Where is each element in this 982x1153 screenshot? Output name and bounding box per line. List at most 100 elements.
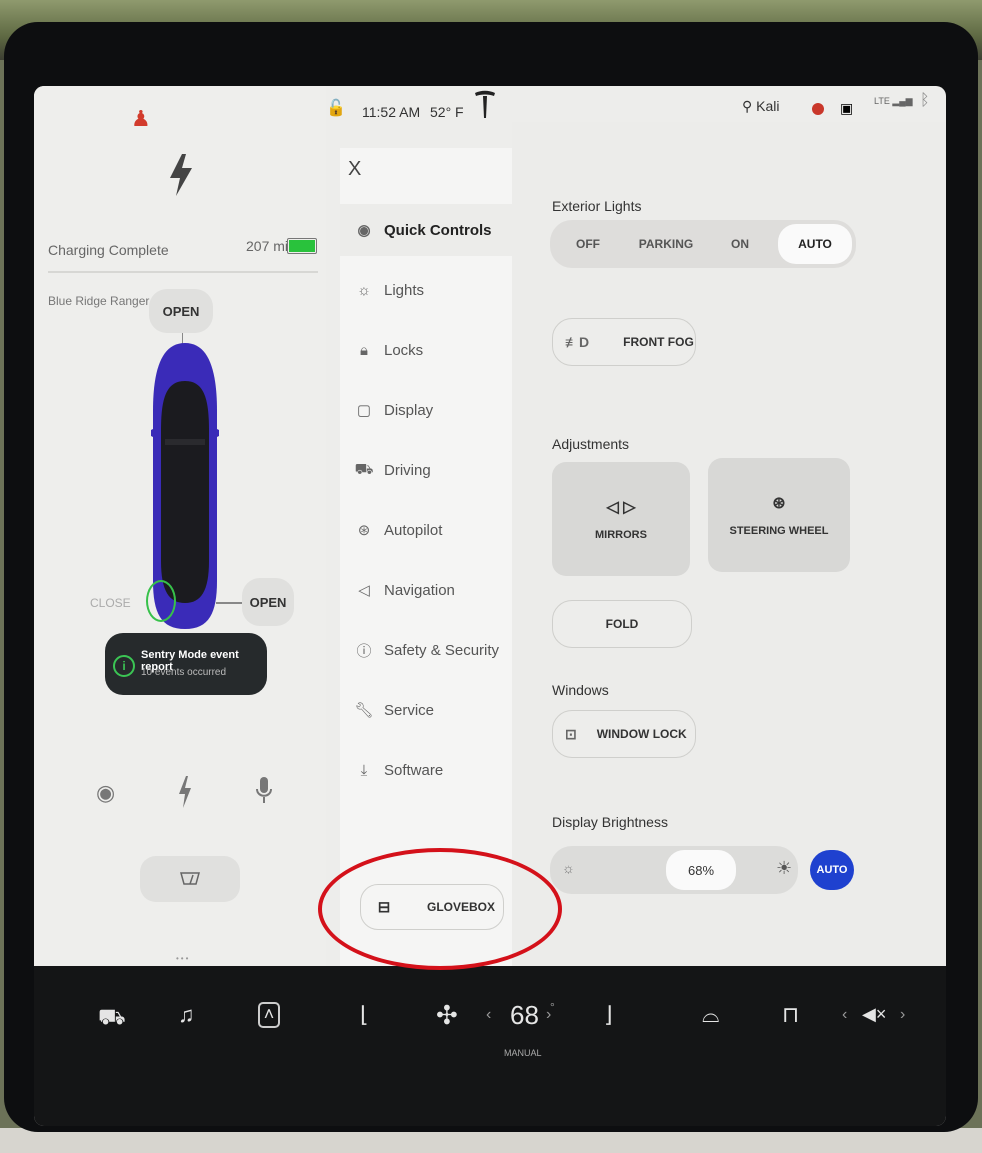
menu-item-lights[interactable]: ☼ Lights <box>340 264 512 316</box>
brightness-high-icon: ☀ <box>776 858 793 878</box>
menu-item-driving[interactable]: ⛟ Driving <box>340 444 512 496</box>
trunk-open-button[interactable]: OPEN <box>242 578 294 626</box>
cabin-temperature: 68 <box>510 1000 539 1030</box>
menu-item-quick-controls[interactable]: ◉ Quick Controls <box>340 204 512 256</box>
tesla-logo-icon[interactable] <box>474 90 496 120</box>
menu-item-locks[interactable]: 🔒︎ Locks <box>340 324 512 376</box>
lock-status-icon[interactable]: 🔓 <box>326 98 346 118</box>
charging-bolt-icon <box>170 154 192 196</box>
exterior-lights-heading: Exterior Lights <box>552 198 642 214</box>
lights-parking-option[interactable]: PARKING <box>630 220 702 268</box>
lte-signal-icon: LTE ▂▄▆ <box>874 96 913 106</box>
lights-off-option[interactable]: OFF <box>558 220 618 268</box>
highlight-annotation <box>318 848 562 970</box>
charge-port-close-button[interactable]: CLOSE <box>90 596 131 610</box>
camera-icon[interactable]: ◉ <box>96 780 115 806</box>
volume-down-arrow-icon[interactable]: ‹ <box>842 1006 847 1024</box>
wiper-button[interactable] <box>140 856 240 902</box>
menu-item-safety-security[interactable]: ⓘ Safety & Security <box>340 624 512 676</box>
mirrors-button[interactable]: ◁ ▷ MIRRORS <box>552 462 690 576</box>
quick-controls-panel: Exterior Lights OFF PARKING ON AUTO ≢D F… <box>512 122 946 966</box>
steering-wheel-button[interactable]: ⊛ STEERING WHEEL <box>708 458 850 572</box>
dashcam-record-icon[interactable] <box>812 103 824 115</box>
trunk-leader-line <box>216 602 242 604</box>
alert-icon: ⓘ <box>356 642 372 660</box>
window-lock-label: WINDOW LOCK <box>596 727 687 741</box>
temp-up-arrow-icon[interactable]: › <box>546 1006 551 1024</box>
climate-mode-label: MANUAL <box>504 1048 542 1058</box>
divider <box>48 271 318 273</box>
window-lock-button[interactable]: ⊡ WINDOW LOCK <box>552 710 696 758</box>
toggle-icon: ◉ <box>357 222 371 239</box>
exterior-lights-selector: OFF PARKING ON AUTO <box>550 220 856 268</box>
page-indicator: ••• <box>176 954 191 963</box>
steering-wheel-label: STEERING WHEEL <box>729 525 829 537</box>
mirror-icon: ◁ ▷ <box>606 499 636 516</box>
driver-seat-heater-icon[interactable]: ⌊ <box>360 1002 369 1028</box>
clock: 11:52 AM <box>362 104 421 120</box>
microphone-icon[interactable] <box>256 776 272 806</box>
charge-bolt-icon[interactable] <box>178 776 192 808</box>
bluetooth-icon[interactable]: ᛒ <box>920 92 930 110</box>
brightness-low-icon: ☼ <box>562 860 575 876</box>
music-icon[interactable]: ♫ <box>178 1002 195 1028</box>
windows-heading: Windows <box>552 682 609 698</box>
front-defrost-icon[interactable]: ⌓ <box>702 1002 719 1028</box>
menu-item-software[interactable]: ⤓ Software <box>340 744 512 796</box>
close-icon[interactable]: X <box>348 158 361 181</box>
wiper-icon <box>180 872 200 885</box>
fan-icon[interactable]: ✣ <box>436 1000 458 1031</box>
brightness-slider-handle[interactable]: 68% <box>666 850 736 890</box>
battery-icon <box>287 238 317 254</box>
app-launcher-icon[interactable]: ˄ <box>258 1002 280 1028</box>
charge-port-indicator <box>146 580 176 622</box>
charging-status: Charging Complete <box>48 242 169 258</box>
steering-wheel-icon: ⊛ <box>772 495 786 512</box>
temp-down-arrow-icon[interactable]: ‹ <box>486 1006 491 1024</box>
car-icon: ⛟ <box>354 460 374 478</box>
bottom-dock: ⛟ ♫ ˄ ⌊ ✣ ‹ 68 ° › MANUAL ⌋ ⌓ ⊓ ‹ ◀× › <box>34 966 946 1126</box>
menu-item-autopilot[interactable]: ⊛ Autopilot <box>340 504 512 556</box>
brightness-slider[interactable]: ☼ 68% ☀ <box>550 846 798 894</box>
display-icon: ▢ <box>356 402 372 419</box>
car-icon[interactable]: ⛟ <box>98 1004 126 1033</box>
settings-menu: X ◉ Quick Controls ☼ Lights 🔒︎ Locks ▢ Displ… <box>340 148 512 966</box>
lights-auto-option[interactable]: AUTO <box>778 224 852 264</box>
rear-defrost-icon[interactable]: ⊓ <box>782 1002 799 1028</box>
vehicle-panel: ♟ Charging Complete 207 mi Blue Ridge Ra… <box>34 86 326 966</box>
touchscreen: ♟ Charging Complete 207 mi Blue Ridge Ra… <box>34 86 946 1126</box>
lightbulb-icon: ☼ <box>357 281 371 299</box>
sentry-notification[interactable]: i Sentry Mode event report 10 events occ… <box>105 633 267 695</box>
display-brightness-heading: Display Brightness <box>552 814 668 830</box>
brightness-auto-button[interactable]: AUTO <box>810 850 854 890</box>
seatbelt-warning-icon: ♟ <box>131 106 151 131</box>
profile-name: Kali <box>756 98 780 114</box>
volume-up-arrow-icon[interactable]: › <box>900 1006 905 1024</box>
info-icon: i <box>113 655 135 677</box>
wrench-icon: 🔧︎ <box>354 702 374 719</box>
front-fog-label: FRONT FOG <box>623 335 694 349</box>
adjustments-heading: Adjustments <box>552 436 630 452</box>
frunk-open-button[interactable]: OPEN <box>149 289 213 333</box>
menu-item-service[interactable]: 🔧︎ Service <box>340 684 512 736</box>
mirrors-label: MIRRORS <box>595 529 647 541</box>
steering-icon: ⊛ <box>357 522 371 539</box>
navigation-arrow-icon: ◁ <box>358 582 370 599</box>
fog-light-icon: ≢D <box>565 334 590 350</box>
download-icon: ⤓ <box>360 761 368 779</box>
lights-on-option[interactable]: ON <box>712 220 768 268</box>
fold-mirrors-button[interactable]: FOLD <box>552 600 692 648</box>
range-readout: 207 mi <box>246 238 289 254</box>
front-fog-button[interactable]: ≢D FRONT FOG <box>552 318 696 366</box>
menu-item-navigation[interactable]: ◁ Navigation <box>340 564 512 616</box>
status-bar: 🔓 11:52 AM 52° F ⚲ Kali ▣ LTE ▂▄▆ ᛒ <box>326 86 946 126</box>
lock-icon: 🔒︎ <box>360 341 368 359</box>
outside-temperature: 52° F <box>430 104 464 120</box>
window-lock-icon: ⊡ <box>565 725 577 742</box>
passenger-seat-heater-icon[interactable]: ⌋ <box>604 1002 613 1028</box>
car-name: Blue Ridge Ranger <box>48 294 150 308</box>
menu-item-display[interactable]: ▢ Display <box>340 384 512 436</box>
volume-mute-icon[interactable]: ◀× <box>862 1004 886 1025</box>
driver-profile[interactable]: ⚲ Kali <box>742 98 780 115</box>
cabin-camera-icon[interactable]: ▣ <box>840 100 853 117</box>
